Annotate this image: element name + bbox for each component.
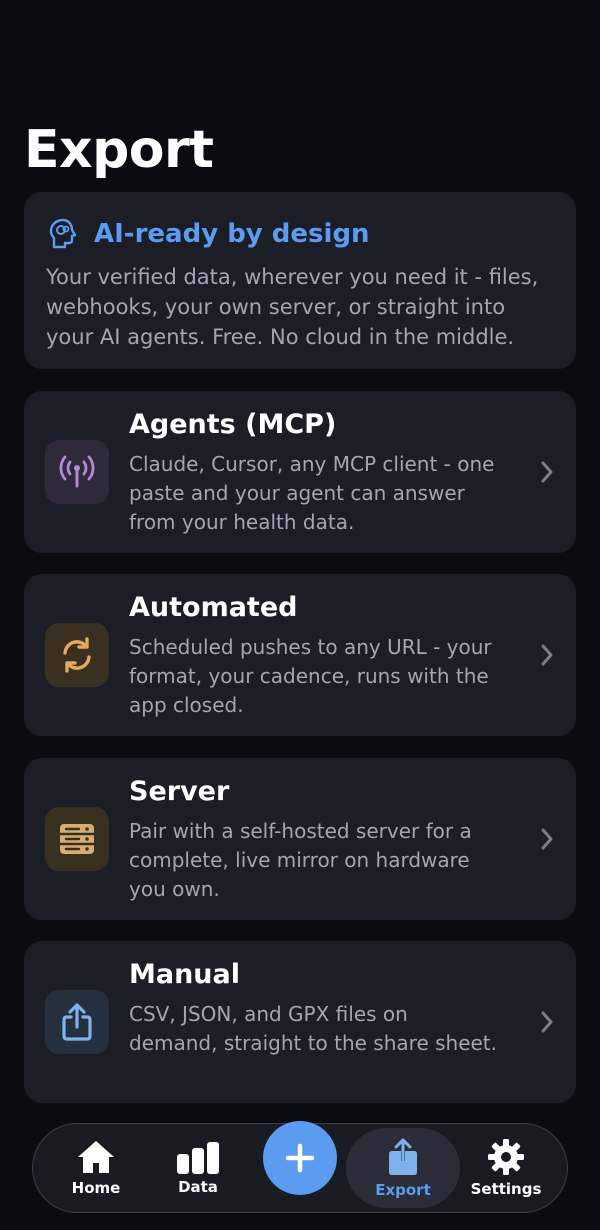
option-manual[interactable]: Manual CSV, JSON, and GPX files on deman…: [24, 941, 576, 1103]
option-server[interactable]: Server Pair with a self-hosted server fo…: [24, 758, 576, 920]
option-description: Claude, Cursor, any MCP client - one pas…: [129, 452, 495, 534]
option-automated[interactable]: Automated Scheduled pushes to any URL - …: [24, 574, 576, 736]
chevron-right-icon: [541, 461, 553, 483]
tab-export-label: Export: [375, 1181, 431, 1199]
share-icon: [45, 990, 109, 1054]
option-title: Server: [129, 776, 230, 807]
chevron-right-icon: [541, 828, 553, 850]
ai-ready-description: Your verified data, wherever you need it…: [46, 265, 539, 349]
option-description: Pair with a self-hosted server for a com…: [129, 819, 472, 901]
add-button[interactable]: [263, 1121, 337, 1195]
server-icon: [45, 807, 109, 871]
tab-home[interactable]: Home: [51, 1124, 141, 1212]
option-title: Automated: [129, 592, 298, 623]
page-title: Export: [24, 120, 214, 180]
tab-home-label: Home: [71, 1179, 121, 1197]
share-icon: [389, 1138, 417, 1175]
ai-ready-title: AI-ready by design: [94, 219, 370, 249]
chevron-right-icon: [541, 644, 553, 666]
option-title: Manual: [129, 959, 241, 990]
option-title: Agents (MCP): [129, 409, 337, 440]
gear-icon: [488, 1139, 524, 1175]
plus-icon: [285, 1143, 315, 1173]
home-icon: [78, 1141, 114, 1173]
sync-icon: [45, 623, 109, 687]
option-agents-mcp[interactable]: Agents (MCP) Claude, Cursor, any MCP cli…: [24, 391, 576, 553]
tab-data-label: Data: [178, 1178, 218, 1196]
tab-settings-label: Settings: [470, 1180, 542, 1198]
ai-ready-card: AI-ready by design Your verified data, w…: [24, 192, 576, 369]
bar-chart-icon: [177, 1142, 219, 1174]
brain-head-icon: [46, 217, 80, 251]
tab-export[interactable]: Export: [346, 1128, 460, 1208]
antenna-icon: [45, 440, 109, 504]
chevron-right-icon: [541, 1011, 553, 1033]
option-description: Scheduled pushes to any URL - your forma…: [129, 635, 492, 717]
option-description: CSV, JSON, and GPX files on demand, stra…: [129, 1002, 498, 1055]
tab-settings[interactable]: Settings: [461, 1124, 551, 1212]
tab-data[interactable]: Data: [153, 1124, 243, 1212]
